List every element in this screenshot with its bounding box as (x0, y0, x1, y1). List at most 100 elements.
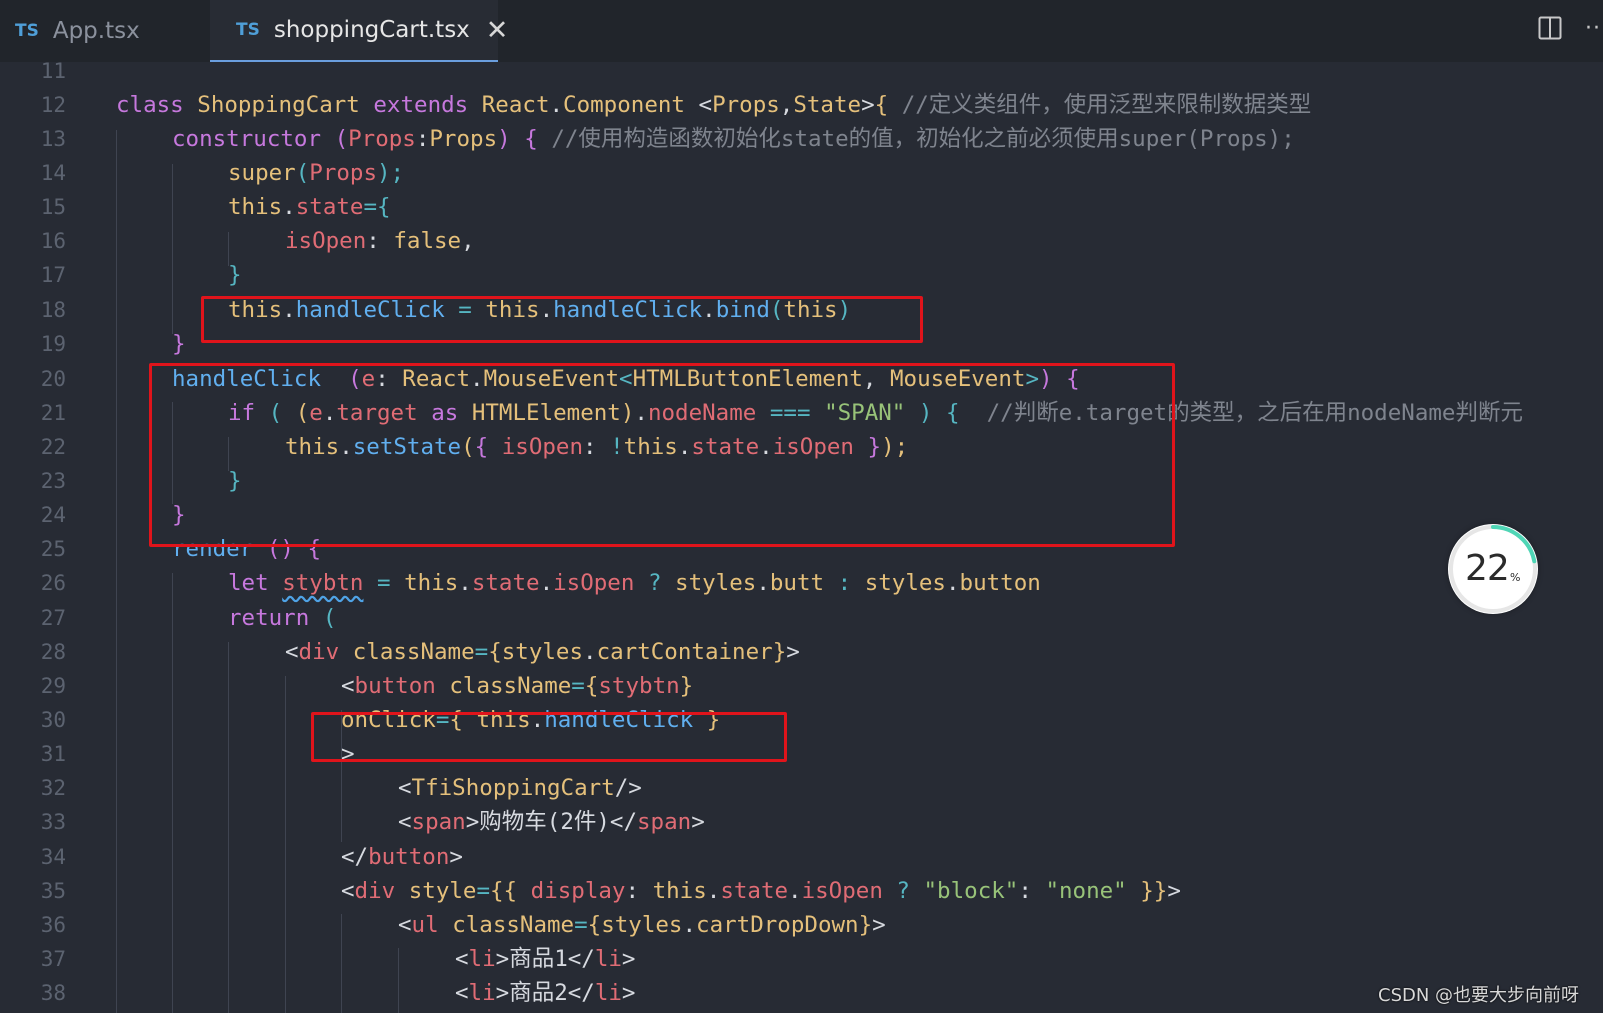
token: state (720, 878, 789, 904)
token: : (625, 878, 640, 904)
token: > (1167, 878, 1181, 904)
token: "none" (1045, 878, 1127, 904)
line-number: 26 (40, 571, 66, 595)
token: li (468, 980, 496, 1006)
line-number: 16 (40, 229, 66, 253)
tab-bar: TS App.tsx TS shoppingCart.tsx ✕ ··· (0, 0, 1603, 62)
tab-shoppingcart-tsx[interactable]: TS shoppingCart.tsx ✕ (210, 0, 508, 62)
token: = (574, 912, 588, 938)
code-line-19[interactable]: } (172, 327, 186, 362)
progress-value: 22 (1465, 548, 1510, 589)
split-editor-icon[interactable] (1538, 16, 1562, 40)
highlight-box-handleclick (149, 363, 1175, 547)
token: Component (563, 92, 685, 118)
token: this (228, 194, 283, 220)
token: ) (497, 126, 511, 152)
token: styles (675, 570, 757, 596)
token: < (398, 775, 412, 801)
token: state (471, 570, 540, 596)
token: ? (647, 570, 662, 596)
line-number: 37 (40, 947, 66, 971)
token: { (524, 126, 538, 152)
ellipsis-icon[interactable]: ··· (1585, 16, 1603, 41)
token: button (959, 570, 1041, 596)
token: = (363, 194, 378, 220)
indent-guide (341, 914, 342, 1013)
code-line-16[interactable]: isOpen: false, (285, 224, 475, 259)
token: . (539, 570, 554, 596)
line-number: 28 (40, 640, 66, 664)
code-line-15[interactable]: this.state={ (228, 190, 391, 225)
token: className (352, 639, 475, 665)
tab-app-tsx[interactable]: TS App.tsx (0, 0, 210, 62)
token: stybtn (598, 673, 680, 699)
token: 商品1 (509, 946, 568, 972)
indent-guide (116, 130, 117, 1013)
line-number: 11 (40, 62, 66, 83)
token: State (793, 92, 862, 118)
token: li (468, 946, 496, 972)
code-line-26[interactable]: let stybtn = this.state.isOpen ? styles.… (228, 566, 1041, 601)
token: ul (411, 912, 439, 938)
code-line-38[interactable]: <li>商品2</li> (455, 976, 635, 1011)
code-line-17[interactable]: } (228, 258, 242, 293)
token: > (449, 844, 463, 870)
token: constructor (172, 126, 322, 152)
code-line-34[interactable]: </button> (341, 840, 463, 875)
code-line-32[interactable]: <TfiShoppingCart/> (398, 771, 642, 806)
code-line-33[interactable]: <span>购物车(2件)</span> (398, 805, 705, 840)
token: } (679, 673, 694, 699)
code-line-12[interactable]: class ShoppingCart extends React.Compone… (116, 88, 1311, 123)
token: , (779, 92, 794, 118)
code-line-27[interactable]: return ( (228, 601, 336, 636)
token: 商品2 (509, 980, 568, 1006)
token: span (411, 809, 466, 835)
token: Props (429, 126, 498, 152)
token: , (461, 228, 475, 254)
token: ( (334, 126, 349, 152)
code-line-36[interactable]: <ul className={styles.cartDropDown}> (398, 908, 886, 943)
comment: //使用构造函数初始化state的值，初始化之前必须使用super(Props)… (551, 126, 1295, 152)
token: . (458, 570, 472, 596)
code-line-37[interactable]: <li>商品1</li> (455, 942, 635, 977)
highlight-box-bind (201, 296, 923, 343)
token: span (637, 809, 692, 835)
code-line-29[interactable]: <button className={stybtn} (341, 669, 693, 704)
code-editor[interactable]: 11 12 13 14 15 16 17 18 19 20 21 22 23 2… (0, 62, 1603, 1013)
token: className (449, 673, 572, 699)
highlight-box-onclick (311, 712, 787, 762)
token: isOpen (553, 570, 635, 596)
line-number: 22 (40, 435, 66, 459)
code-line-28[interactable]: <div className={styles.cartContainer}> (285, 635, 800, 670)
line-number: 12 (40, 93, 66, 117)
line-number: 29 (40, 674, 66, 698)
token: { (584, 673, 599, 699)
line-number: 23 (40, 469, 66, 493)
line-number: 34 (40, 845, 66, 869)
token: = (476, 878, 491, 904)
token: 购物车(2件) (479, 809, 610, 835)
token: . (706, 878, 721, 904)
token: React (481, 92, 550, 118)
code-line-14[interactable]: super(Props); (228, 156, 404, 191)
line-number: 32 (40, 776, 66, 800)
token: let (228, 570, 269, 596)
indent-guide (228, 642, 229, 1013)
token: stybtn (282, 570, 364, 596)
token: return (228, 605, 310, 631)
token: </ (567, 980, 595, 1006)
token: > (495, 980, 510, 1006)
token: { (874, 92, 889, 118)
token: TfiShoppingCart (411, 775, 615, 801)
line-number: 21 (40, 401, 66, 425)
code-line-35[interactable]: <div style={{ display: this.state.isOpen… (341, 874, 1181, 909)
typescript-icon: TS (15, 21, 39, 41)
code-line-13[interactable]: constructor (Props:Props) { //使用构造函数初始化s… (172, 122, 1295, 157)
token: . (583, 639, 597, 665)
token: Props (712, 92, 780, 118)
close-icon[interactable]: ✕ (486, 17, 509, 44)
token: < (341, 878, 355, 904)
token: > (872, 912, 886, 938)
token: } (172, 331, 186, 357)
token: styles (864, 570, 946, 596)
